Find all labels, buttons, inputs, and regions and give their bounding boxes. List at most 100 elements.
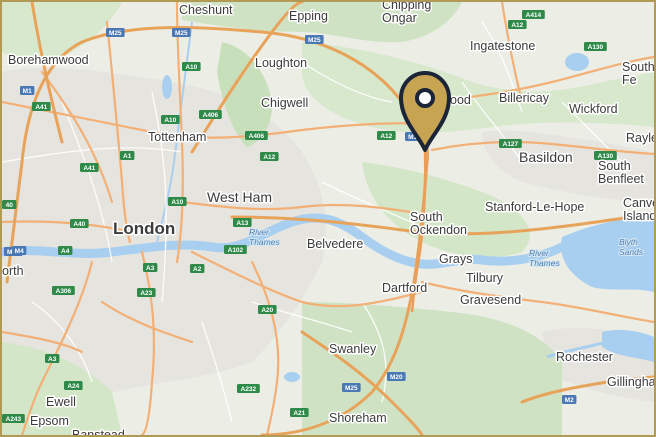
- road-shield-a306: A306: [52, 286, 75, 295]
- road-shield-label: A41: [83, 165, 95, 172]
- road-shield-a4: A4: [58, 246, 73, 255]
- road-shield-a1: A1: [120, 151, 135, 160]
- road-shield-m2: M2: [562, 395, 577, 404]
- road-shield-m25-4: M25: [342, 383, 361, 392]
- place-label-grays: Grays: [439, 252, 472, 266]
- place-label-tilbury: Tilbury: [466, 271, 504, 285]
- place-label-gravesend: Gravesend: [460, 293, 521, 307]
- place-label-epsom: Epsom: [30, 414, 69, 428]
- place-label-london: London: [113, 219, 175, 238]
- road-shield-m25-3: M25: [305, 35, 324, 44]
- road-shield-label: A10: [171, 199, 183, 206]
- road-shield-a3: A3: [143, 263, 158, 272]
- place-label-loughton: Loughton: [255, 56, 307, 70]
- road-shield-label: A306: [56, 288, 72, 295]
- place-label-borehamwood: Borehamwood: [8, 53, 89, 67]
- place-label-rayleigh: Rayle: [626, 131, 654, 145]
- place-label-dartford: Dartford: [382, 281, 427, 295]
- road-shield-a41-2: A41: [80, 163, 99, 172]
- road-shield-a406-1: A406: [199, 110, 222, 119]
- road-shield-a10-3: A10: [168, 197, 187, 206]
- road-shield-a40-2: 40: [2, 200, 17, 209]
- road-shield-a21: A21: [290, 408, 309, 417]
- road-shield-label: A243: [6, 416, 22, 423]
- road-shield-a41: A41: [32, 102, 51, 111]
- place-label-canvey-island: CanveyIsland: [623, 196, 654, 223]
- road-shield-label: A40: [73, 221, 85, 228]
- lake: [284, 372, 300, 382]
- place-label-worth: orth: [2, 264, 24, 278]
- road-shield-label: A24: [67, 383, 79, 390]
- road-shield-label: A12: [263, 154, 275, 161]
- road-shield-label: M25: [175, 30, 188, 37]
- road-shield-a12-1: A12: [508, 20, 527, 29]
- road-shield-a130-1: A130: [584, 42, 607, 51]
- road-shield-a24: A24: [64, 381, 83, 390]
- road-shield-a232: A232: [237, 384, 260, 393]
- place-label-gillingham: Gillingham: [607, 375, 654, 389]
- road-shield-a414: A414: [522, 10, 545, 19]
- road-shield-label: 40: [6, 202, 14, 209]
- road-shield-a3-2: A3: [45, 354, 60, 363]
- place-label-west-ham: West Ham: [207, 189, 272, 205]
- road-shield-label: A13: [236, 220, 248, 227]
- road-shield-label: A232: [241, 386, 257, 393]
- reservoir: [162, 75, 172, 99]
- road-shield-label: A3: [146, 265, 155, 272]
- road-shield-label: A406: [249, 133, 265, 140]
- road-shield-label: M1: [23, 88, 32, 95]
- road-shield-label: A12: [380, 133, 392, 140]
- road-shield-m1: M1: [20, 86, 35, 95]
- road-shield-label: A406: [203, 112, 219, 119]
- road-shield-label: M25: [345, 385, 358, 392]
- place-label-cheshunt: Cheshunt: [179, 3, 233, 17]
- road-shield-label: A10: [164, 117, 176, 124]
- road-shield-m4: M4: [12, 246, 27, 255]
- road-shield-label: A414: [526, 12, 542, 19]
- road-shield-label: A127: [503, 141, 519, 148]
- lake: [565, 53, 589, 71]
- place-label-belvedere: Belvedere: [307, 237, 363, 251]
- road-shield-a12-2: A12: [260, 152, 279, 161]
- road-shield-m20: M20: [387, 372, 406, 381]
- road-shield-a10-1: A10: [182, 62, 201, 71]
- road-shield-label: A102: [228, 247, 244, 254]
- place-label-rochester: Rochester: [556, 350, 613, 364]
- place-label-swanley: Swanley: [329, 342, 377, 356]
- road-shield-label: M2: [565, 397, 574, 404]
- place-label-shoreham: Shoreham: [329, 411, 387, 425]
- road-shield-m25-2: M25: [172, 28, 191, 37]
- road-shield-a23: A23: [137, 288, 156, 297]
- road-shield-label: A2: [193, 266, 202, 273]
- place-label-brentwood: ood: [450, 93, 471, 107]
- road-shield-label: A3: [48, 356, 57, 363]
- road-shield-label: A20: [261, 307, 273, 314]
- location-pin-center: [415, 88, 435, 108]
- place-label-chigwell: Chigwell: [261, 96, 308, 110]
- place-label-ingatestone: Ingatestone: [470, 39, 535, 53]
- road-shield-label: M25: [308, 37, 321, 44]
- place-label-banstead: Banstead: [72, 428, 125, 435]
- place-label-wickford: Wickford: [569, 102, 618, 116]
- road-shield-label: M4: [15, 248, 24, 255]
- road-shield-a243: A243: [2, 414, 25, 423]
- road-shield-label: A12: [511, 22, 523, 29]
- road-shield-a20: A20: [258, 305, 277, 314]
- road-shield-a10-2: A10: [161, 115, 180, 124]
- road-shield-label: A130: [588, 44, 604, 51]
- place-label-tottenham: Tottenham: [148, 130, 206, 144]
- place-label-billericay: Billericay: [499, 91, 550, 105]
- road-shield-a2: A2: [190, 264, 205, 273]
- place-label-ewell: Ewell: [46, 395, 76, 409]
- road-shield-a12-3: A12: [377, 131, 396, 140]
- road-shield-label: A21: [293, 410, 305, 417]
- map-canvas[interactable]: M25M25M25M25M25M1M11M4M2M20A414A12A130A1…: [2, 2, 654, 435]
- road-shield-label: A23: [140, 290, 152, 297]
- road-shield-a13: A13: [233, 218, 252, 227]
- road-shield-label: M25: [109, 30, 122, 37]
- road-shield-a40: A40: [70, 219, 89, 228]
- road-shield-a102: A102: [224, 245, 247, 254]
- map-viewport[interactable]: M25M25M25M25M25M1M11M4M2M20A414A12A130A1…: [0, 0, 656, 437]
- place-label-basildon: Basildon: [519, 149, 573, 165]
- road-shield-label: A1: [123, 153, 132, 160]
